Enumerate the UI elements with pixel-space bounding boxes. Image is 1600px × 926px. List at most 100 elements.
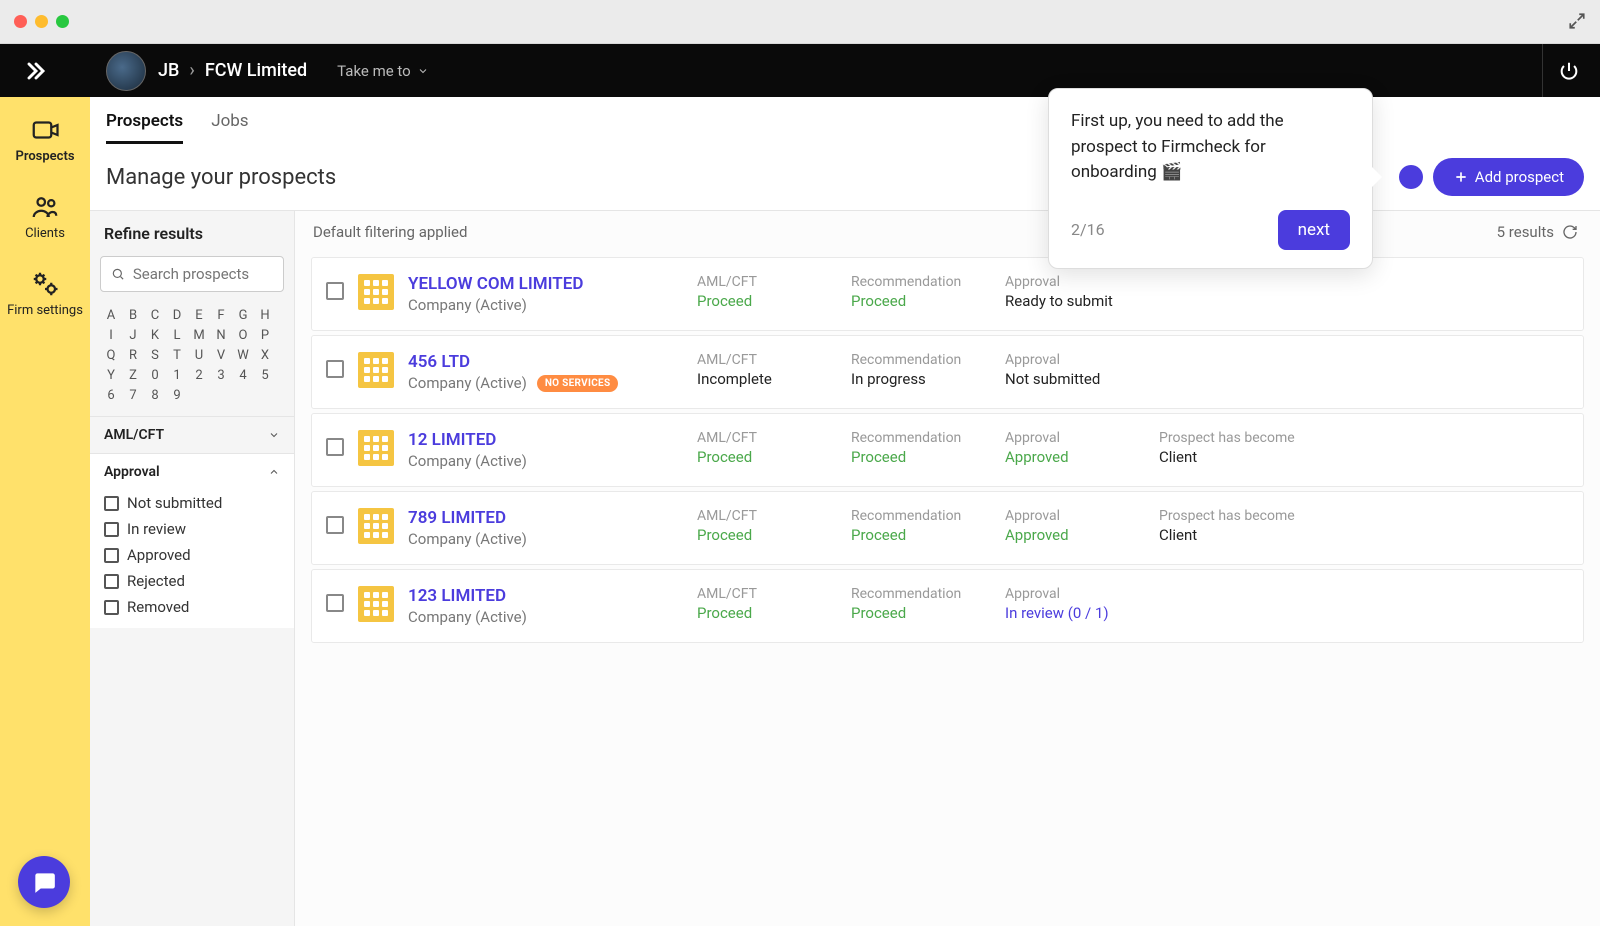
alpha-letter[interactable]: R: [122, 346, 144, 366]
prospect-row[interactable]: 789 LIMITEDCompany (Active)AML/CFTProcee…: [311, 491, 1584, 565]
alpha-letter[interactable]: 4: [232, 366, 254, 386]
alpha-letter[interactable]: 3: [210, 366, 232, 386]
power-button[interactable]: [1542, 44, 1582, 97]
row-checkbox[interactable]: [326, 594, 344, 612]
traffic-lights: [14, 15, 69, 28]
alpha-letter[interactable]: O: [232, 326, 254, 346]
filter-section-label: Approval: [104, 464, 160, 480]
prospect-name-link[interactable]: 456 LTD: [408, 352, 683, 372]
results-count: 5 results: [1497, 223, 1554, 241]
alpha-letter[interactable]: 9: [166, 386, 188, 406]
refine-results-title: Refine results: [90, 211, 294, 256]
take-me-to-dropdown[interactable]: Take me to: [337, 62, 429, 80]
alpha-letter[interactable]: E: [188, 306, 210, 326]
approval-option[interactable]: Removed: [104, 598, 280, 616]
col-label: Prospect has become: [1159, 430, 1339, 446]
approval-option[interactable]: In review: [104, 520, 280, 538]
aml-value: Proceed: [697, 292, 837, 310]
alpha-letter[interactable]: N: [210, 326, 232, 346]
row-checkbox[interactable]: [326, 360, 344, 378]
row-checkbox[interactable]: [326, 282, 344, 300]
alpha-letter[interactable]: M: [188, 326, 210, 346]
alpha-letter[interactable]: 7: [122, 386, 144, 406]
filter-section-label: AML/CFT: [104, 427, 164, 443]
filter-section-approval[interactable]: Approval: [90, 454, 294, 490]
tour-text: First up, you need to add the prospect t…: [1071, 109, 1350, 186]
prospect-row[interactable]: 456 LTDCompany (Active) NO SERVICESAML/C…: [311, 335, 1584, 409]
search-input[interactable]: [133, 265, 273, 283]
chat-icon: [31, 869, 57, 895]
maximize-window-icon[interactable]: [56, 15, 69, 28]
alpha-letter[interactable]: K: [144, 326, 166, 346]
prospect-name-link[interactable]: YELLOW COM LIMITED: [408, 274, 683, 294]
alpha-letter[interactable]: 0: [144, 366, 166, 386]
alpha-letter[interactable]: S: [144, 346, 166, 366]
alpha-letter[interactable]: Y: [100, 366, 122, 386]
alpha-letter[interactable]: 6: [100, 386, 122, 406]
tab-prospects[interactable]: Prospects: [106, 111, 183, 144]
col-label: AML/CFT: [697, 352, 837, 368]
sidebar-item-clients[interactable]: Clients: [25, 192, 65, 241]
col-label: Approval: [1005, 586, 1145, 602]
chat-fab[interactable]: [18, 856, 70, 908]
minimize-window-icon[interactable]: [35, 15, 48, 28]
alpha-letter[interactable]: 2: [188, 366, 210, 386]
export-circle-button[interactable]: [1399, 165, 1423, 189]
alpha-letter[interactable]: 8: [144, 386, 166, 406]
breadcrumb-company[interactable]: FCW Limited: [205, 60, 307, 81]
alpha-letter[interactable]: Q: [100, 346, 122, 366]
approval-option[interactable]: Not submitted: [104, 494, 280, 512]
filter-section-amlcft[interactable]: AML/CFT: [90, 417, 294, 453]
alpha-letter[interactable]: 5: [254, 366, 276, 386]
alpha-letter[interactable]: A: [100, 306, 122, 326]
alpha-letter[interactable]: Z: [122, 366, 144, 386]
aml-value: Incomplete: [697, 370, 837, 388]
row-checkbox[interactable]: [326, 438, 344, 456]
refresh-icon[interactable]: [1562, 224, 1578, 240]
alpha-letter[interactable]: G: [232, 306, 254, 326]
alpha-letter[interactable]: B: [122, 306, 144, 326]
alpha-letter[interactable]: X: [254, 346, 276, 366]
search-input-wrapper[interactable]: [100, 256, 284, 292]
app-logo-icon[interactable]: [18, 53, 54, 89]
prospect-name-link[interactable]: 12 LIMITED: [408, 430, 683, 450]
expand-icon[interactable]: [1568, 12, 1586, 30]
close-window-icon[interactable]: [14, 15, 27, 28]
alpha-letter[interactable]: H: [254, 306, 276, 326]
prospect-became-value: Client: [1159, 526, 1339, 544]
prospect-row[interactable]: YELLOW COM LIMITEDCompany (Active)AML/CF…: [311, 257, 1584, 331]
alpha-letter[interactable]: 1: [166, 366, 188, 386]
alpha-letter[interactable]: W: [232, 346, 254, 366]
alpha-letter[interactable]: V: [210, 346, 232, 366]
alpha-letter[interactable]: P: [254, 326, 276, 346]
approval-option-label: Approved: [127, 546, 191, 564]
alpha-letter[interactable]: C: [144, 306, 166, 326]
checkbox-icon: [104, 600, 119, 615]
alpha-letter[interactable]: J: [122, 326, 144, 346]
approval-option[interactable]: Rejected: [104, 572, 280, 590]
sidebar-item-prospects[interactable]: Prospects: [15, 115, 74, 164]
prospect-name-link[interactable]: 789 LIMITED: [408, 508, 683, 528]
col-label: Approval: [1005, 430, 1145, 446]
prospect-name-link[interactable]: 123 LIMITED: [408, 586, 683, 606]
add-prospect-button[interactable]: Add prospect: [1433, 158, 1584, 196]
prospect-row[interactable]: 12 LIMITEDCompany (Active)AML/CFTProceed…: [311, 413, 1584, 487]
alpha-letter[interactable]: F: [210, 306, 232, 326]
alpha-letter[interactable]: I: [100, 326, 122, 346]
approval-value: In review (0 / 1): [1005, 604, 1145, 622]
col-label: Approval: [1005, 352, 1145, 368]
avatar[interactable]: [106, 51, 146, 91]
prospect-sub: Company (Active): [408, 530, 683, 548]
row-checkbox[interactable]: [326, 516, 344, 534]
tour-next-button[interactable]: next: [1278, 210, 1350, 250]
alpha-letter[interactable]: U: [188, 346, 210, 366]
alpha-letter[interactable]: T: [166, 346, 188, 366]
prospect-row[interactable]: 123 LIMITEDCompany (Active)AML/CFTProcee…: [311, 569, 1584, 643]
chevron-down-icon: [268, 429, 280, 441]
alpha-letter[interactable]: L: [166, 326, 188, 346]
tab-jobs[interactable]: Jobs: [211, 111, 248, 144]
breadcrumb-user[interactable]: JB: [158, 60, 179, 81]
alpha-letter[interactable]: D: [166, 306, 188, 326]
sidebar-item-firm-settings[interactable]: Firm settings: [7, 269, 83, 318]
approval-option[interactable]: Approved: [104, 546, 280, 564]
